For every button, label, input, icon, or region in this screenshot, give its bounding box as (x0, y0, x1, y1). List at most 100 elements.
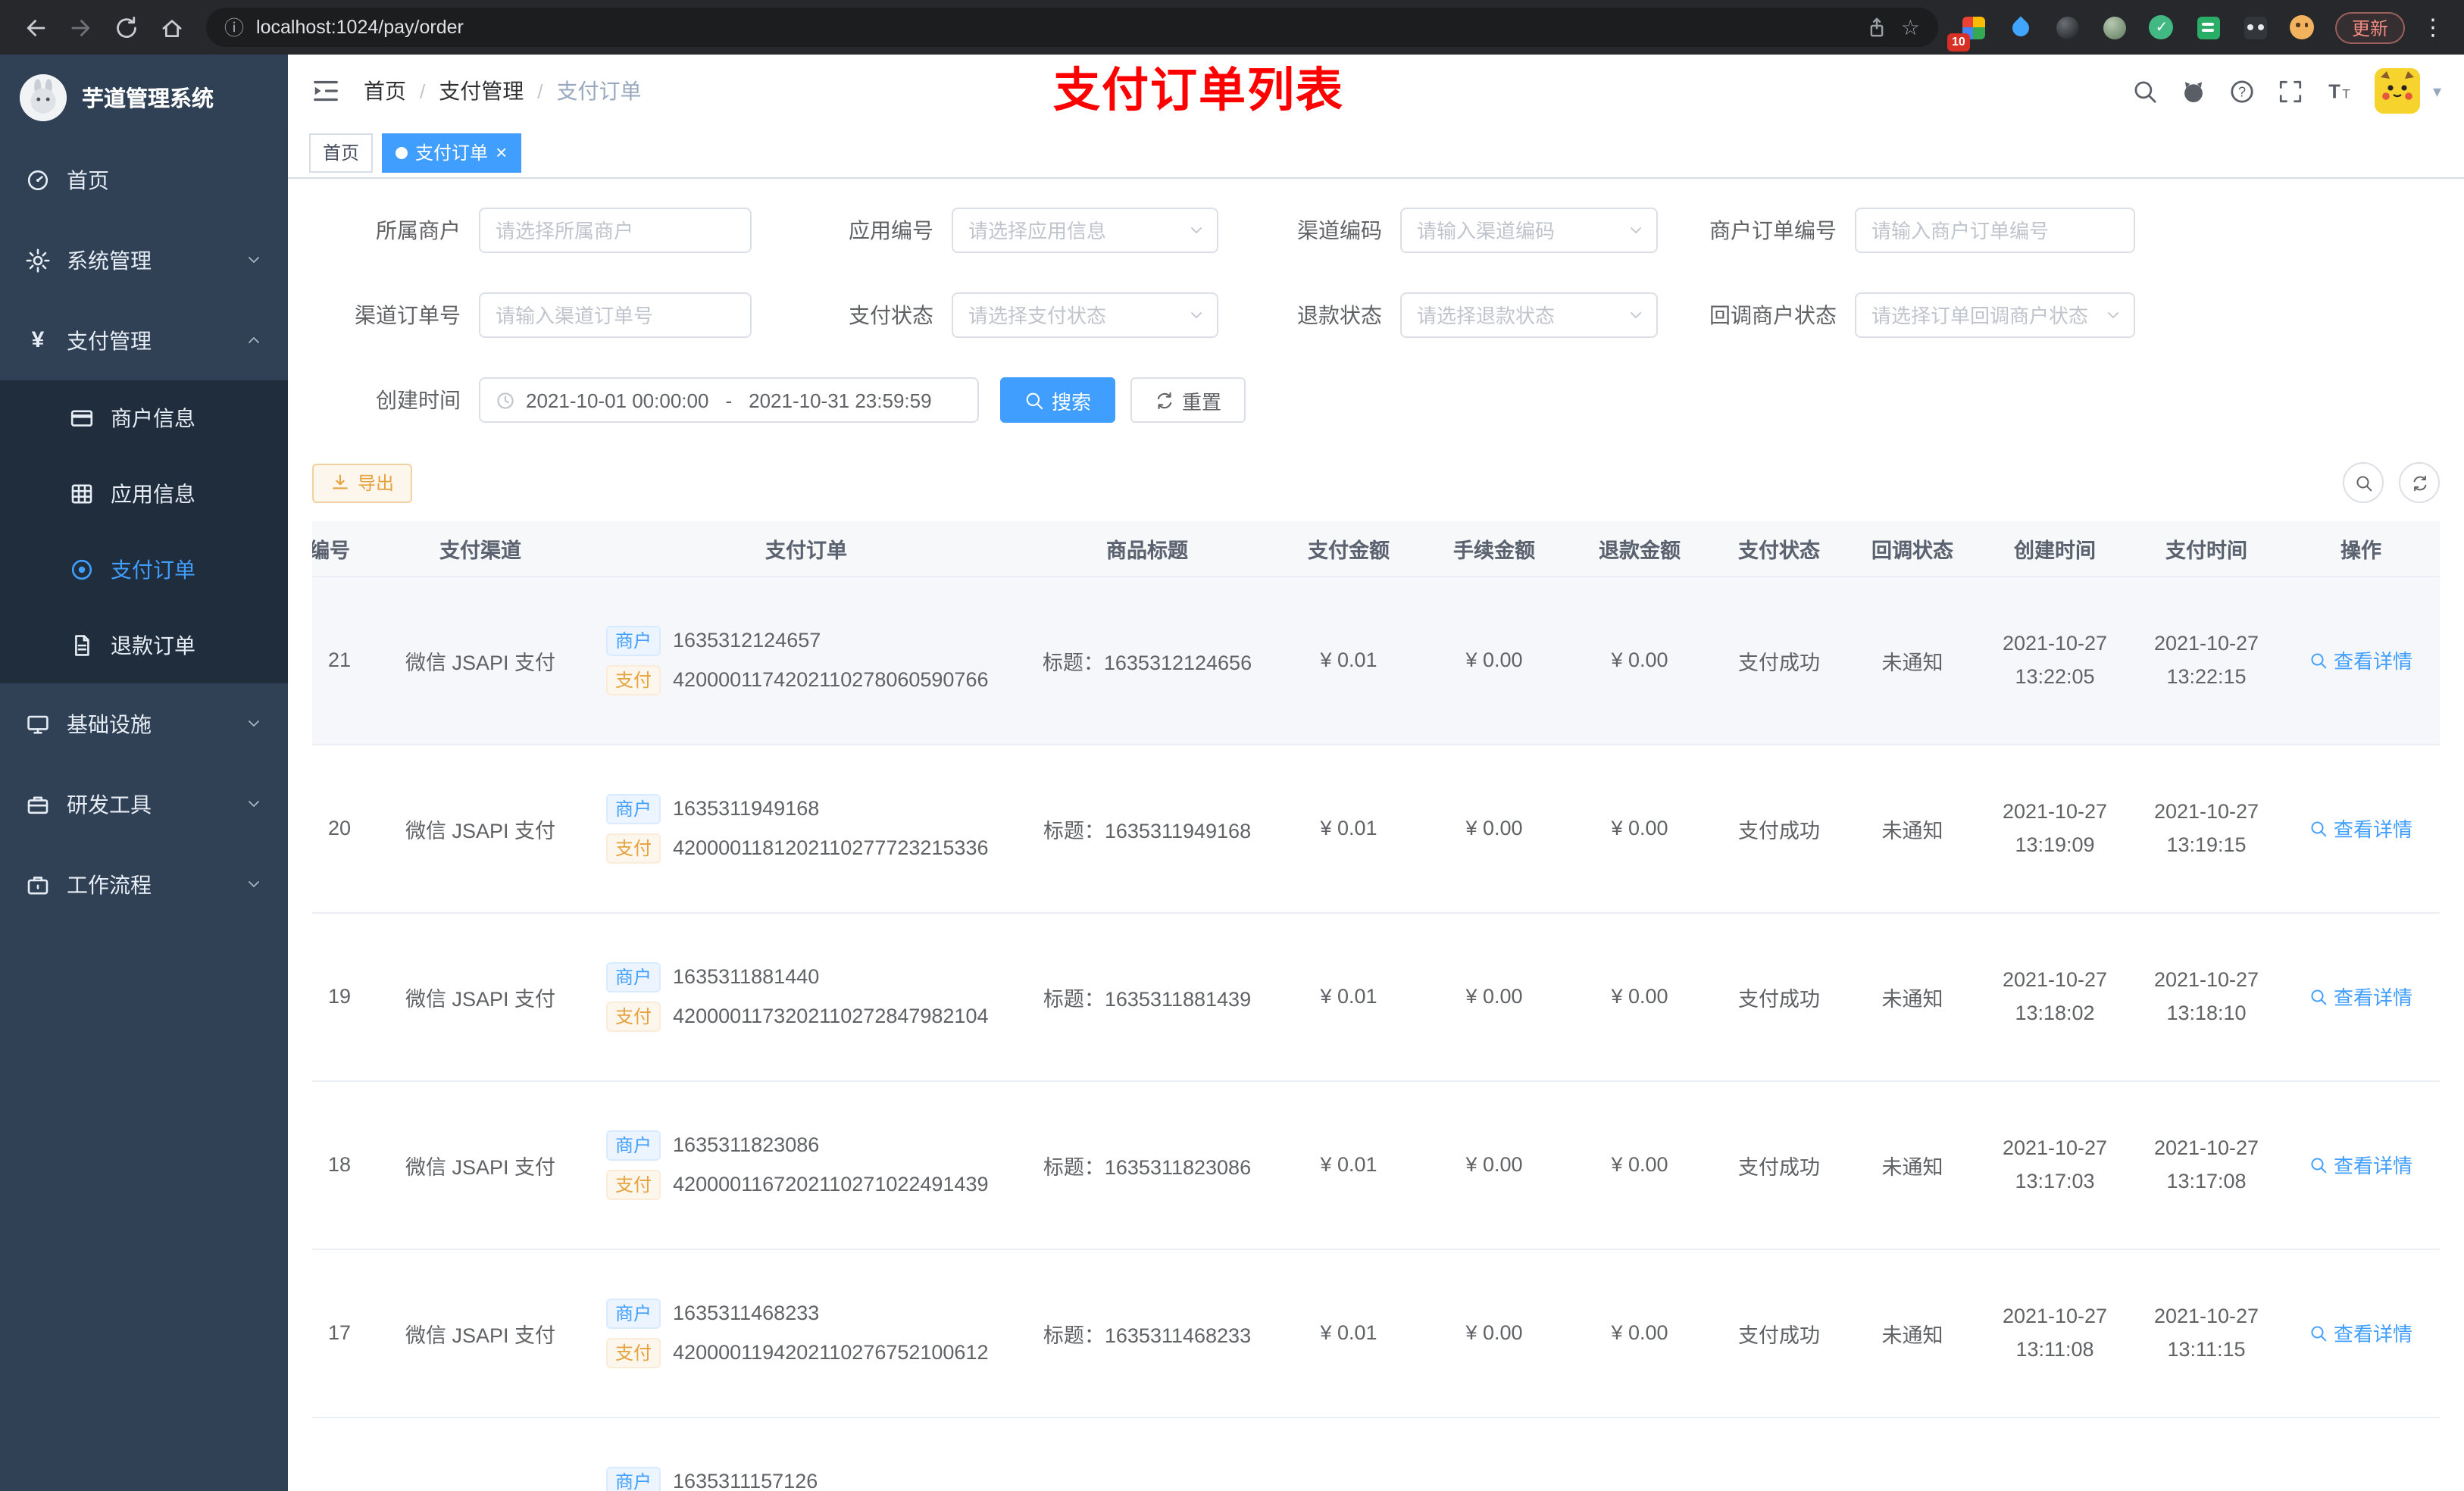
address-bar[interactable]: ⓘ localhost:1024/pay/order ☆ (206, 8, 1938, 47)
fullscreen-icon[interactable] (2278, 78, 2304, 104)
tab-pay-order[interactable]: 支付订单 × (382, 133, 521, 172)
refresh-table-button[interactable] (2399, 462, 2440, 503)
pay-tag: 支付 (606, 1169, 661, 1199)
table-row-partial: 商户 1635311157126 (312, 1417, 2440, 1491)
extension-drop-icon[interactable] (2002, 8, 2040, 46)
extension-palette-icon[interactable]: 10 (1946, 8, 1993, 51)
app-title: 芋道管理系统 (82, 87, 214, 111)
browser-back-button[interactable] (12, 5, 58, 50)
channel-order-no-label: 渠道订单号 (355, 303, 461, 327)
breadcrumb-current: 支付订单 (556, 79, 642, 103)
merchant-label: 所属商户 (376, 218, 461, 242)
start-date: 2021-10-01 00:00:00 (526, 389, 709, 411)
table-toolbar: 导出 (312, 462, 2440, 503)
sidebar-item-workflow[interactable]: 工作流程 (0, 844, 288, 924)
merchant-order-no-input[interactable] (1855, 208, 2135, 253)
browser-toolbar: ⓘ localhost:1024/pay/order ☆ 10 ✓ 更新 ⋮ (0, 0, 2464, 55)
github-icon[interactable] (2181, 78, 2207, 104)
chevron-down-icon (245, 796, 262, 812)
channel-code-select[interactable] (1400, 208, 1658, 253)
extension-vue-devtools-icon[interactable]: ✓ (2143, 8, 2181, 46)
extension-green-sphere-icon[interactable] (2096, 8, 2134, 46)
search-icon[interactable] (2133, 78, 2159, 104)
briefcase-icon (26, 872, 50, 896)
extension-tampermonkey-icon[interactable] (2237, 8, 2275, 46)
help-icon[interactable] (2230, 78, 2256, 104)
yen-icon: ¥ (31, 327, 45, 353)
gear-icon (26, 248, 50, 272)
extension-dark-sphere-icon[interactable] (2049, 8, 2087, 46)
merchant-tag: 商户 (606, 793, 661, 824)
export-button[interactable]: 导出 (312, 463, 413, 502)
reset-button[interactable]: 重置 (1130, 377, 1246, 423)
sidebar-item-dev-tools[interactable]: 研发工具 (0, 764, 288, 844)
sidebar-collapse-icon[interactable] (311, 76, 341, 106)
end-date: 2021-10-31 23:59:59 (749, 389, 932, 411)
view-detail-link[interactable]: 查看详情 (2309, 1318, 2412, 1347)
document-icon (70, 633, 94, 658)
view-detail-link[interactable]: 查看详情 (2309, 645, 2412, 674)
caret-down-icon[interactable]: ▾ (2433, 81, 2441, 101)
table-row: 19 微信 JSAPI 支付 商户 1635311881440 支付 4200001… (312, 912, 2440, 1081)
sidebar-item-refund-order[interactable]: 退款订单 (0, 608, 288, 683)
extension-chat-icon[interactable] (2190, 8, 2228, 46)
extension-badge: 10 (1946, 33, 1970, 51)
tab-home[interactable]: 首页 (309, 133, 374, 172)
browser-reload-button[interactable] (103, 5, 149, 50)
breadcrumb-payment[interactable]: 支付管理 (439, 76, 524, 106)
extension-emoji-icon[interactable] (2284, 8, 2322, 46)
search-icon (2354, 474, 2372, 492)
browser-menu-icon[interactable]: ⋮ (2414, 14, 2452, 41)
search-button[interactable]: 搜索 (1000, 377, 1116, 423)
sidebar-item-payment[interactable]: ¥ 支付管理 (0, 300, 288, 380)
table-row: 21 微信 JSAPI 支付 商户 1635312124657 支付 4200001… (312, 576, 2440, 745)
merchant-tag: 商户 (606, 1130, 661, 1160)
filter-row-2: 渠道订单号 支付状态 退款状态 回调商户状态 (312, 292, 2440, 338)
merchant-order-no-label: 商户订单编号 (1709, 218, 1837, 242)
app-no-select[interactable] (952, 208, 1218, 253)
notify-status-select[interactable] (1855, 292, 2135, 338)
site-info-icon[interactable]: ⓘ (224, 17, 244, 37)
toggle-search-button[interactable] (2343, 462, 2384, 503)
browser-home-button[interactable] (149, 5, 194, 50)
page: ⓘ localhost:1024/pay/order ☆ 10 ✓ 更新 ⋮ 芋… (0, 0, 2464, 1491)
bookmark-star-icon[interactable]: ☆ (1901, 14, 1920, 40)
browser-update-button[interactable]: 更新 (2334, 11, 2405, 43)
download-icon (330, 473, 350, 492)
view-detail-link[interactable]: 查看详情 (2309, 982, 2412, 1011)
breadcrumb: 首页 / 支付管理 / 支付订单 (364, 76, 642, 106)
table-row: 18 微信 JSAPI 支付 商户 1635311823086 支付 4200001… (312, 1080, 2440, 1249)
view-detail-link[interactable]: 查看详情 (2309, 814, 2412, 842)
pay-status-label: 支付状态 (849, 303, 933, 327)
refund-status-select[interactable] (1400, 292, 1658, 338)
share-icon[interactable] (1866, 16, 1889, 39)
merchant-input[interactable] (479, 208, 752, 253)
view-icon (2309, 651, 2328, 669)
sidebar-item-app-info[interactable]: 应用信息 (0, 456, 288, 532)
pay-tag: 支付 (606, 1337, 661, 1368)
sidebar-item-infrastructure[interactable]: 基础设施 (0, 683, 288, 764)
font-size-icon[interactable] (2327, 78, 2353, 104)
view-icon (2309, 819, 2328, 837)
refresh-icon (1155, 390, 1174, 410)
dashboard-icon (26, 167, 50, 192)
view-icon (2309, 987, 2328, 1005)
url-text: localhost:1024/pay/order (256, 17, 464, 38)
create-time-label: 创建时间 (376, 388, 461, 412)
create-time-range-picker[interactable]: 2021-10-01 00:00:00 - 2021-10-31 23:59:5… (479, 377, 979, 423)
sidebar-item-pay-order[interactable]: 支付订单 (0, 532, 288, 608)
channel-order-no-input[interactable] (479, 292, 752, 338)
pay-tag: 支付 (606, 664, 661, 695)
sidebar-item-home[interactable]: 首页 (0, 139, 288, 220)
close-icon[interactable]: × (496, 142, 507, 162)
search-icon (1024, 390, 1044, 410)
breadcrumb-home[interactable]: 首页 (364, 76, 406, 106)
browser-forward-button[interactable] (58, 5, 103, 50)
sidebar-item-merchant-info[interactable]: 商户信息 (0, 380, 288, 456)
pay-status-select[interactable] (952, 292, 1218, 338)
sidebar-item-system[interactable]: 系统管理 (0, 220, 288, 300)
merchant-tag: 商户 (606, 625, 661, 655)
user-avatar[interactable] (2375, 68, 2421, 114)
view-detail-link[interactable]: 查看详情 (2309, 1150, 2412, 1179)
sidebar: 芋道管理系统 首页 系统管理 ¥ 支付管理 商户信息 应用信息 支付订单 退款订… (0, 55, 288, 1491)
